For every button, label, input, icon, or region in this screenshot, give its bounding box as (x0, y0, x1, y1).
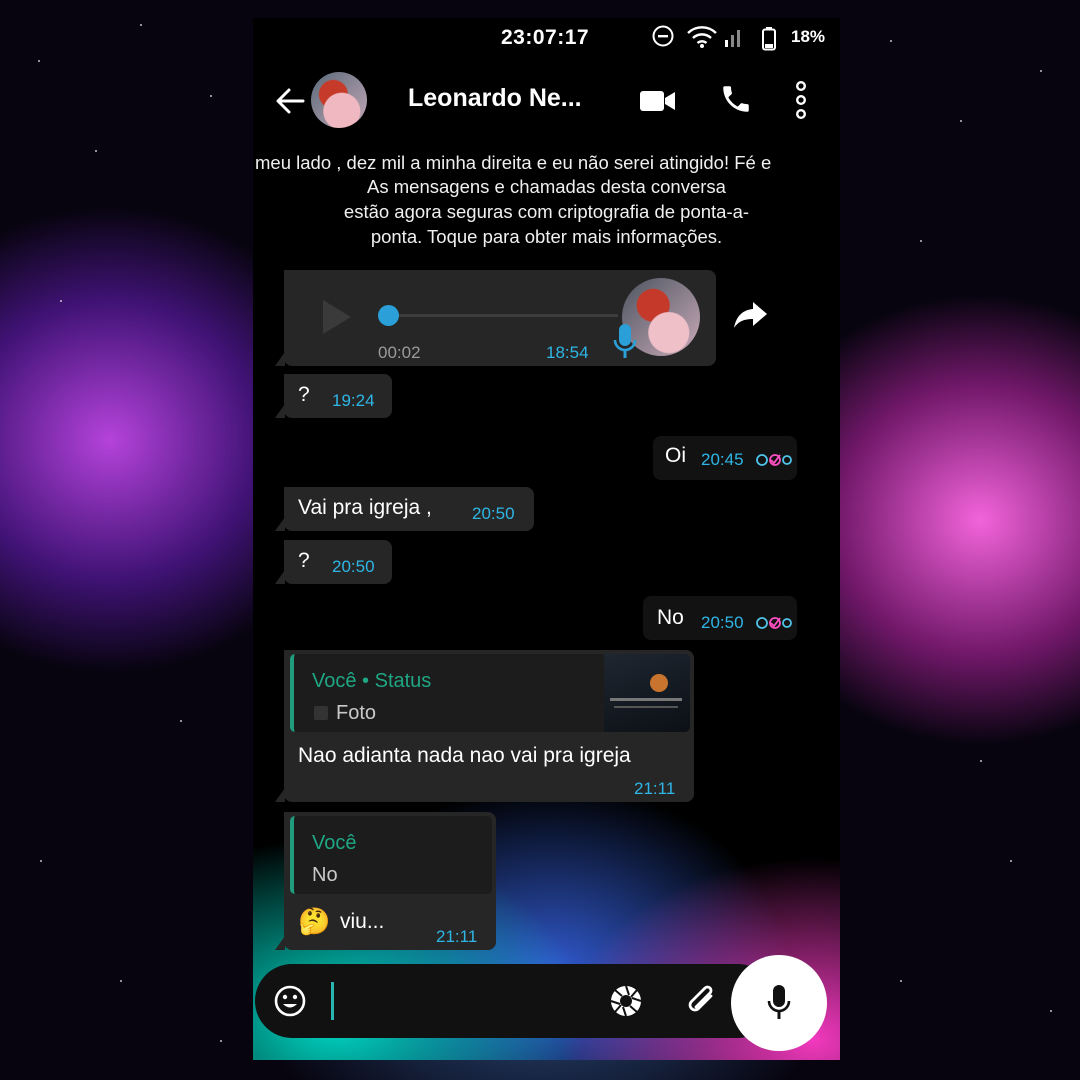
encryption-notice[interactable]: As mensagens e chamadas desta conversa e… (253, 174, 840, 249)
quoted-message-box[interactable]: Você No (290, 816, 492, 894)
message-time: 20:50 (332, 557, 375, 576)
message-time: 20:50 (701, 613, 744, 632)
message-time: 20:45 (701, 450, 744, 469)
reply-author: Você • Status (312, 670, 432, 692)
forward-icon[interactable] (733, 300, 769, 335)
mic-record-button[interactable] (731, 955, 827, 1051)
message-bubble-outgoing: No 20:50 (643, 596, 797, 640)
emoji-icon[interactable] (273, 984, 307, 1023)
phone-screen: 23:07:17 18% Leonardo Ne... meu lado , d… (253, 18, 840, 1060)
message-bubble-incoming: Vai pra igreja , 20:50 (275, 487, 534, 531)
status-thumbnail (604, 654, 690, 732)
reply-author: Você (312, 832, 357, 854)
do-not-disturb-icon (651, 24, 675, 53)
voice-duration: 00:02 (378, 343, 421, 362)
voice-message-bubble: 00:02 18:54 (275, 270, 716, 367)
message-time: 21:11 (436, 927, 478, 946)
reply-text: Foto (336, 702, 377, 724)
voice-progress-track (388, 314, 618, 317)
marquee-status-text: meu lado , dez mil a minha direita e eu … (255, 152, 772, 173)
play-icon[interactable] (320, 298, 354, 341)
message-text: No (657, 606, 684, 629)
encryption-notice-line: estão agora seguras com criptografia de … (343, 201, 750, 222)
reply-text: No (312, 864, 338, 886)
status-time: 23:07:17 (501, 26, 590, 49)
reply-message-bubble: Você No 🤔 viu... 21:11 (275, 812, 496, 950)
encryption-notice-line: ponta. Toque para obter mais informações… (370, 226, 723, 247)
quoted-status-box[interactable]: Você • Status Foto (290, 654, 690, 732)
chat-header: Leonardo Ne... (253, 66, 840, 136)
text-cursor (331, 982, 334, 1020)
message-text: Nao adianta nada nao vai pra igreja (298, 744, 631, 767)
battery-percent: 18% (791, 27, 826, 46)
wifi-icon (685, 24, 719, 55)
video-call-icon[interactable] (639, 88, 677, 119)
message-time: 20:50 (472, 504, 515, 523)
read-ticks-icon (755, 615, 795, 636)
attach-icon[interactable] (683, 982, 721, 1025)
phone-call-icon[interactable] (719, 82, 753, 121)
contact-avatar[interactable] (311, 72, 367, 128)
message-bubble-incoming: ? 20:50 (275, 540, 392, 584)
battery-icon (761, 26, 777, 57)
signal-icon (723, 28, 741, 53)
voice-seek-handle[interactable] (378, 305, 399, 326)
contact-name[interactable]: Leonardo Ne... (408, 84, 582, 113)
message-text: Oi (665, 444, 686, 467)
message-text: ? (298, 383, 310, 406)
mic-icon (612, 322, 638, 367)
photo-icon (314, 706, 328, 720)
message-time: 21:11 (634, 779, 676, 798)
message-time: 19:24 (332, 391, 375, 410)
message-text: viu... (340, 910, 385, 933)
status-bar: 23:07:17 18% (253, 18, 840, 58)
read-ticks-icon (755, 452, 795, 473)
camera-icon[interactable] (609, 984, 643, 1023)
mic-icon (766, 983, 792, 1028)
message-text: ? (298, 549, 310, 572)
message-input-bar[interactable] (255, 964, 775, 1038)
thinking-emoji: 🤔 (298, 906, 331, 936)
message-text: Vai pra igreja , (298, 496, 432, 519)
message-time: 18:54 (546, 343, 589, 362)
message-bubble-incoming: ? 19:24 (275, 374, 392, 418)
encryption-notice-line: As mensagens e chamadas desta conversa (367, 176, 726, 197)
back-arrow-icon[interactable] (273, 84, 307, 123)
reply-message-bubble: Você • Status Foto Nao adianta nada nao … (275, 650, 694, 802)
more-options-icon[interactable] (793, 80, 809, 125)
message-bubble-outgoing: Oi 20:45 (653, 436, 797, 480)
